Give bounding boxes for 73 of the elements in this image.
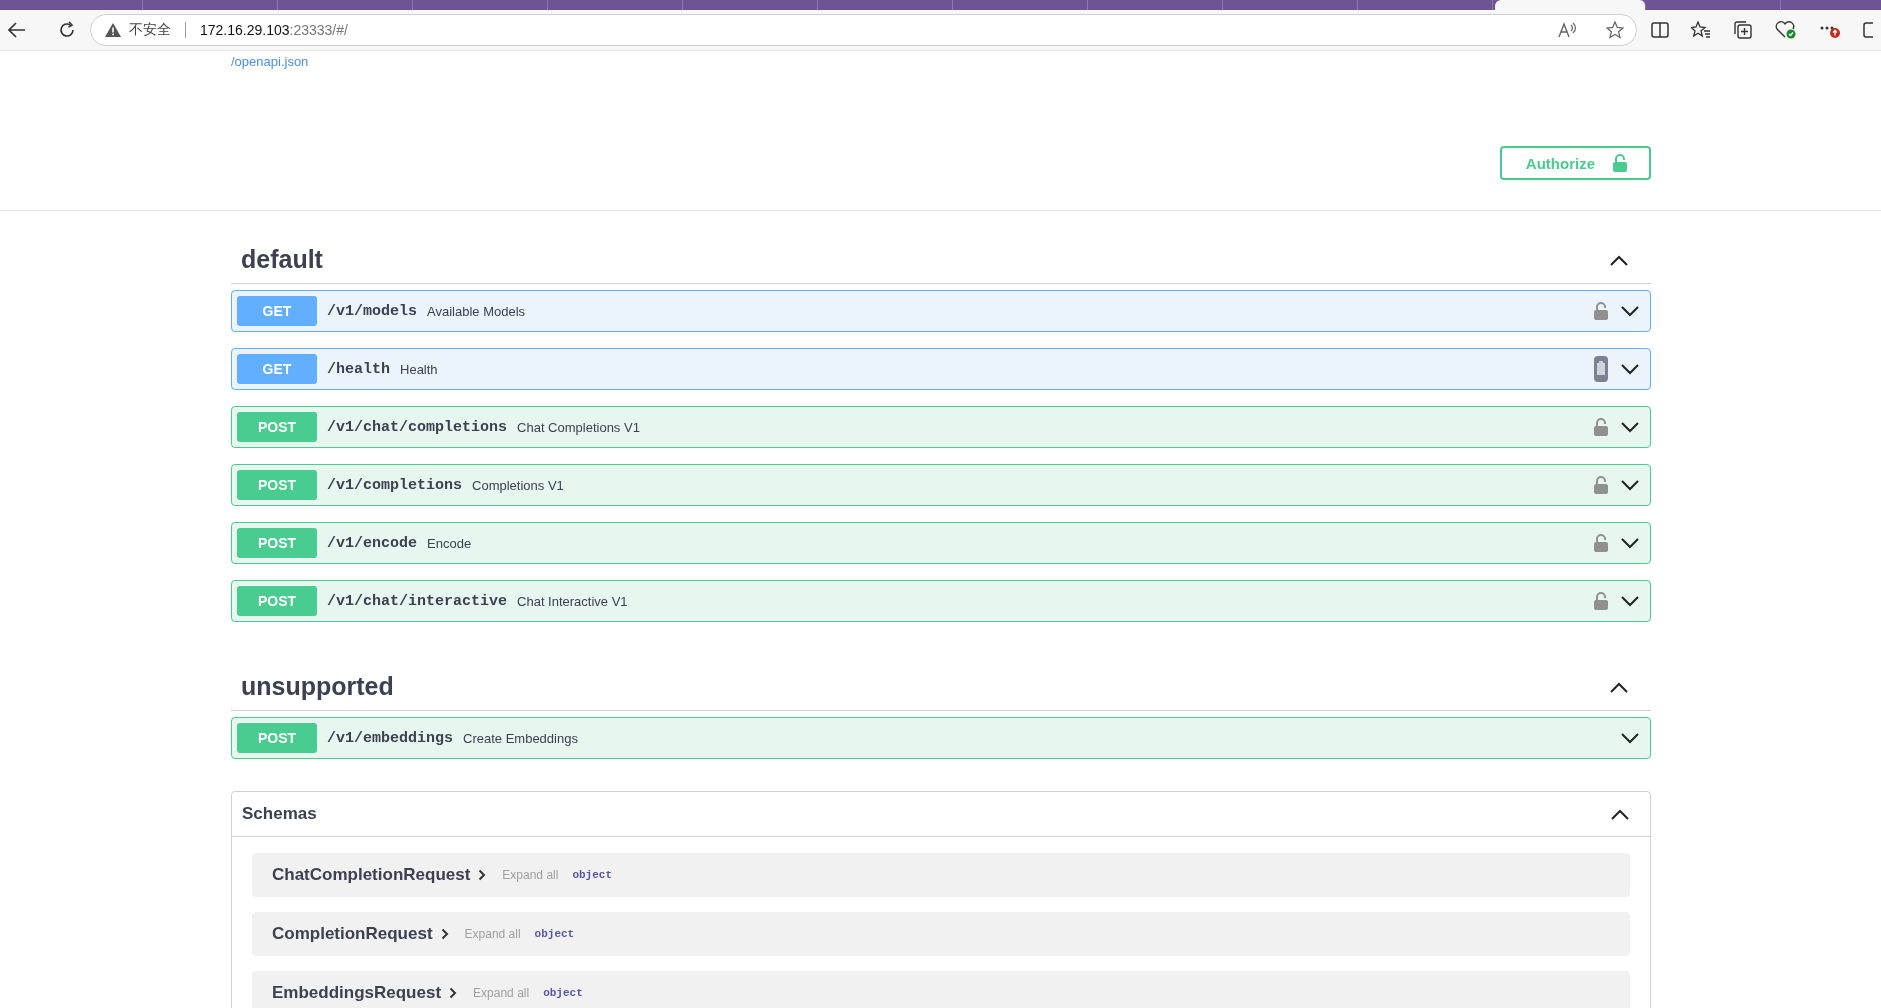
method-badge: POST bbox=[237, 528, 317, 558]
clipboard-icon[interactable] bbox=[1594, 356, 1608, 382]
read-aloud-icon[interactable] bbox=[1558, 22, 1578, 38]
endpoint-row[interactable]: GET /health Health bbox=[231, 348, 1651, 390]
expand-icon[interactable] bbox=[1620, 537, 1640, 549]
endpoint-path: /v1/models bbox=[327, 302, 417, 320]
sidebar-icon[interactable] bbox=[1863, 22, 1873, 38]
schema-type: object bbox=[572, 869, 612, 881]
expand-icon[interactable] bbox=[1620, 305, 1640, 317]
lock-icon[interactable] bbox=[1594, 476, 1608, 494]
refresh-icon[interactable] bbox=[58, 21, 76, 39]
chevron-right-icon[interactable] bbox=[440, 928, 449, 940]
endpoint-row[interactable]: POST /v1/embeddings Create Embeddings bbox=[231, 717, 1651, 759]
section-title[interactable]: default bbox=[241, 245, 323, 274]
lock-icon[interactable] bbox=[1594, 534, 1608, 552]
method-badge: GET bbox=[237, 296, 317, 326]
endpoint-path: /v1/encode bbox=[327, 534, 417, 552]
method-badge: POST bbox=[237, 412, 317, 442]
lock-icon[interactable] bbox=[1594, 302, 1608, 320]
endpoint-summary: Encode bbox=[427, 535, 472, 551]
endpoint-row[interactable]: GET /v1/models Available Models bbox=[231, 290, 1651, 332]
schema-row[interactable]: CompletionRequest Expand all object bbox=[252, 912, 1630, 956]
collapse-icon[interactable] bbox=[1610, 808, 1630, 820]
endpoint-summary: Chat Completions V1 bbox=[517, 419, 640, 435]
collapse-icon[interactable] bbox=[1609, 680, 1629, 693]
endpoint-summary: Completions V1 bbox=[472, 477, 564, 493]
endpoint-row[interactable]: POST /v1/chat/interactive Chat Interactive V1 bbox=[231, 580, 1651, 622]
address-bar[interactable]: 不安全 172.16.29.103:23333/#/ bbox=[90, 14, 1637, 46]
schema-row[interactable]: EmbeddingsRequest Expand all object bbox=[252, 971, 1630, 1008]
url-text: 172.16.29.103:23333/#/ bbox=[200, 22, 348, 38]
security-label: 不安全 bbox=[129, 21, 171, 39]
expand-icon[interactable] bbox=[1620, 732, 1640, 744]
endpoint-summary: Chat Interactive V1 bbox=[517, 593, 628, 609]
schema-name: EmbeddingsRequest bbox=[272, 983, 442, 1003]
endpoint-path: /v1/chat/completions bbox=[327, 418, 508, 436]
section-title[interactable]: unsupported bbox=[241, 672, 394, 701]
expand-icon[interactable] bbox=[1620, 479, 1640, 491]
expand-icon[interactable] bbox=[1620, 421, 1640, 433]
endpoint-row[interactable]: POST /v1/completions Completions V1 bbox=[231, 464, 1651, 506]
health-icon[interactable] bbox=[1775, 21, 1797, 39]
favorites-icon[interactable] bbox=[1691, 21, 1711, 39]
expand-icon[interactable] bbox=[1620, 363, 1640, 375]
lock-icon[interactable] bbox=[1594, 418, 1608, 436]
schema-name: CompletionRequest bbox=[272, 924, 433, 944]
schema-row[interactable]: ChatCompletionRequest Expand all object bbox=[252, 853, 1630, 897]
back-icon[interactable] bbox=[8, 22, 26, 38]
endpoint-path: /v1/chat/interactive bbox=[327, 592, 508, 610]
schema-name: ChatCompletionRequest bbox=[272, 865, 471, 885]
collections-icon[interactable] bbox=[1733, 21, 1753, 39]
lock-icon bbox=[1613, 154, 1627, 172]
collapse-icon[interactable] bbox=[1609, 253, 1629, 266]
endpoint-summary: Health bbox=[400, 361, 438, 377]
schema-type: object bbox=[534, 928, 575, 940]
endpoint-row[interactable]: POST /v1/encode Encode bbox=[231, 522, 1651, 564]
method-badge: POST bbox=[237, 723, 317, 753]
schema-type: object bbox=[543, 987, 583, 999]
schemas-title[interactable]: Schemas bbox=[242, 804, 317, 824]
star-icon[interactable] bbox=[1606, 21, 1624, 39]
endpoint-path: /v1/embeddings bbox=[327, 729, 454, 747]
endpoint-summary: Create Embeddings bbox=[463, 730, 578, 746]
endpoint-path: /health bbox=[327, 360, 390, 378]
warning-icon bbox=[105, 23, 121, 37]
chevron-right-icon[interactable] bbox=[478, 869, 487, 881]
endpoint-path: /v1/completions bbox=[327, 476, 463, 494]
method-badge: POST bbox=[237, 470, 317, 500]
method-badge: GET bbox=[237, 354, 317, 384]
method-badge: POST bbox=[237, 586, 317, 616]
split-screen-icon[interactable] bbox=[1651, 22, 1669, 38]
chevron-right-icon[interactable] bbox=[449, 987, 458, 999]
expand-icon[interactable] bbox=[1620, 595, 1640, 607]
lock-icon[interactable] bbox=[1594, 592, 1608, 610]
endpoint-summary: Available Models bbox=[427, 303, 526, 319]
endpoint-row[interactable]: POST /v1/chat/completions Chat Completions V1 bbox=[231, 406, 1651, 448]
